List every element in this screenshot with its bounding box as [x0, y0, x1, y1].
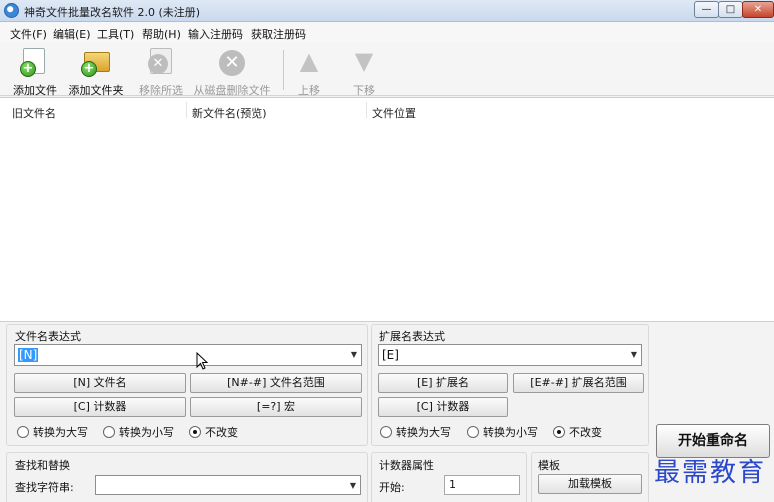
- radio-label: 不改变: [205, 426, 238, 439]
- menu-edit[interactable]: 编辑(E): [53, 26, 91, 42]
- counter-start-label: 开始:: [379, 481, 405, 494]
- name-expression-value: [N]: [18, 348, 39, 362]
- toolbar: + 添加文件 + 添加文件夹 ✕ 移除所选 ✕ 从磁盘删除文件 ▲ 上移 ▼ 下…: [0, 42, 774, 97]
- find-replace-title: 查找和替换: [15, 459, 70, 472]
- extension-expression-input[interactable]: [E] ▼: [378, 344, 642, 366]
- extension-expression-panel: 扩展名表达式 [E] ▼ [E] 扩展名 [E#-#] 扩展名范围 [C] 计数…: [371, 324, 649, 446]
- column-old-name[interactable]: 旧文件名: [12, 105, 56, 121]
- add-file-button[interactable]: + 添加文件: [10, 46, 60, 97]
- arrow-up-icon: ▲: [299, 47, 319, 75]
- close-button[interactable]: ✕: [742, 1, 774, 18]
- template-title: 模板: [538, 459, 560, 472]
- menu-help[interactable]: 帮助(H): [142, 26, 181, 42]
- radio-dot[interactable]: [380, 426, 392, 438]
- name-expression-title: 文件名表达式: [15, 330, 81, 343]
- column-location[interactable]: 文件位置: [372, 105, 416, 121]
- menu-tools[interactable]: 工具(T): [97, 26, 134, 42]
- delete-from-disk-label: 从磁盘删除文件: [193, 84, 271, 97]
- radio-dot[interactable]: [553, 426, 565, 438]
- move-down-label: 下移: [353, 84, 375, 97]
- remove-selected-label: 移除所选: [139, 84, 183, 97]
- file-list[interactable]: 旧文件名 新文件名(预览) 文件位置: [0, 97, 774, 322]
- radio-uppercase[interactable]: 转换为大写: [17, 424, 88, 440]
- plus-icon: +: [20, 61, 36, 77]
- remove-icon: ✕: [148, 54, 168, 74]
- counter-properties-title: 计数器属性: [379, 459, 434, 472]
- insert-counter-button[interactable]: [C] 计数器: [14, 397, 186, 417]
- column-separator[interactable]: [366, 102, 367, 118]
- radio-dot[interactable]: [189, 426, 201, 438]
- move-up-label: 上移: [298, 84, 320, 97]
- menu-bar: 文件(F) 编辑(E) 工具(T) 帮助(H) 输入注册码 获取注册码: [0, 22, 774, 42]
- radio-lowercase[interactable]: 转换为小写: [103, 424, 174, 440]
- counter-properties-panel: 计数器属性 开始: 1: [371, 452, 527, 502]
- radio-label: 转换为大写: [396, 426, 451, 439]
- name-expression-input[interactable]: [N] ▼: [14, 344, 362, 366]
- insert-extension-button[interactable]: [E] 扩展名: [378, 373, 508, 393]
- radio-label: 转换为小写: [119, 426, 174, 439]
- app-icon: [4, 3, 19, 18]
- radio-label: 转换为大写: [33, 426, 88, 439]
- window-title: 神奇文件批量改名软件 2.0 (未注册): [24, 6, 201, 19]
- move-down-button[interactable]: ▼ 下移: [348, 46, 380, 97]
- find-string-input[interactable]: ▼: [95, 475, 361, 495]
- chevron-down-icon[interactable]: ▼: [351, 345, 357, 365]
- delete-from-disk-button[interactable]: ✕ 从磁盘删除文件: [192, 46, 272, 97]
- column-separator[interactable]: [186, 102, 187, 118]
- add-folder-button[interactable]: + 添加文件夹: [66, 46, 126, 97]
- ext-radio-uppercase[interactable]: 转换为大写: [380, 424, 451, 440]
- find-string-label: 查找字符串:: [15, 481, 74, 494]
- radio-label: 转换为小写: [483, 426, 538, 439]
- insert-name-button[interactable]: [N] 文件名: [14, 373, 186, 393]
- remove-selected-button[interactable]: ✕ 移除所选: [136, 46, 186, 97]
- watermark-text: 最需教育: [654, 458, 767, 488]
- move-up-button[interactable]: ▲ 上移: [293, 46, 325, 97]
- menu-enter-code[interactable]: 输入注册码: [188, 26, 243, 42]
- radio-dot[interactable]: [17, 426, 29, 438]
- insert-macro-button[interactable]: [=?] 宏: [190, 397, 362, 417]
- radio-label: 不改变: [569, 426, 602, 439]
- minimize-button[interactable]: —: [694, 1, 719, 18]
- radio-unchanged[interactable]: 不改变: [189, 424, 238, 440]
- extension-expression-value: [E]: [382, 348, 399, 362]
- counter-start-input[interactable]: 1: [444, 475, 520, 495]
- toolbar-separator: [283, 50, 284, 90]
- find-replace-panel: 查找和替换 查找字符串: ▼: [6, 452, 368, 502]
- extension-expression-title: 扩展名表达式: [379, 330, 445, 343]
- template-panel: 模板 加载模板: [531, 452, 649, 502]
- plus-icon: +: [81, 61, 97, 77]
- insert-extension-range-button[interactable]: [E#-#] 扩展名范围: [513, 373, 644, 393]
- radio-dot[interactable]: [103, 426, 115, 438]
- load-template-button[interactable]: 加载模板: [538, 474, 642, 494]
- insert-name-range-button[interactable]: [N#-#] 文件名范围: [190, 373, 362, 393]
- name-expression-panel: 文件名表达式 [N] ▼ [N] 文件名 [N#-#] 文件名范围 [C] 计数…: [6, 324, 368, 446]
- ext-radio-lowercase[interactable]: 转换为小写: [467, 424, 538, 440]
- radio-dot[interactable]: [467, 426, 479, 438]
- arrow-down-icon: ▼: [354, 47, 374, 75]
- delete-icon: ✕: [219, 50, 245, 76]
- chevron-down-icon[interactable]: ▼: [631, 345, 637, 365]
- title-bar: 神奇文件批量改名软件 2.0 (未注册) — □ ✕: [0, 0, 774, 22]
- column-new-name[interactable]: 新文件名(预览): [192, 105, 267, 121]
- add-file-label: 添加文件: [13, 84, 57, 97]
- maximize-button[interactable]: □: [718, 1, 743, 18]
- ext-radio-unchanged[interactable]: 不改变: [553, 424, 602, 440]
- menu-file[interactable]: 文件(F): [10, 26, 47, 42]
- chevron-down-icon[interactable]: ▼: [350, 476, 356, 496]
- mouse-cursor-icon: [196, 352, 208, 370]
- menu-get-code[interactable]: 获取注册码: [251, 26, 306, 42]
- add-folder-label: 添加文件夹: [68, 84, 124, 97]
- insert-ext-counter-button[interactable]: [C] 计数器: [378, 397, 508, 417]
